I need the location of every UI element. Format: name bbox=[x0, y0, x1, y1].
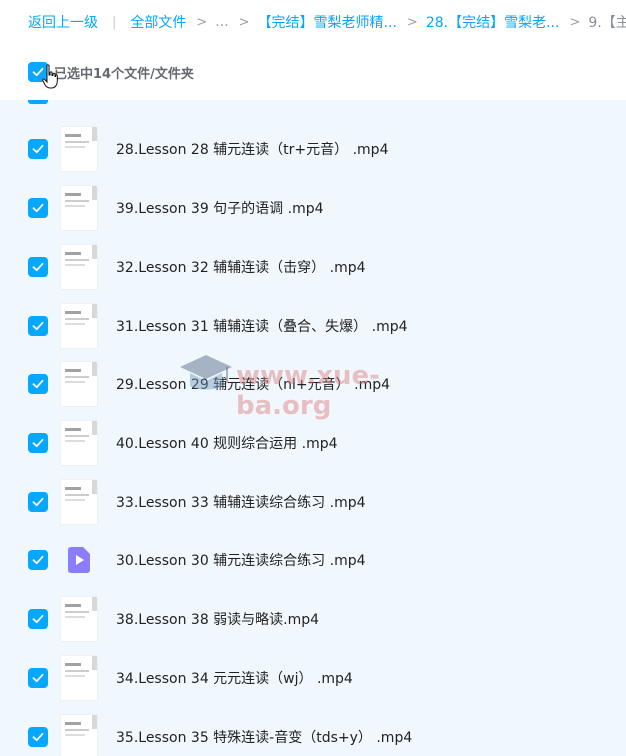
file-thumbnail bbox=[60, 361, 98, 407]
file-thumbnail bbox=[60, 479, 98, 525]
breadcrumb: 返回上一级 | 全部文件 > ... > 【完结】雪梨老师精... > 28.【… bbox=[0, 0, 626, 44]
file-row[interactable]: 32.Lesson 32 辅辅连读（击穿） .mp4 bbox=[0, 238, 626, 296]
file-name[interactable]: 28.Lesson 28 辅元连读（tr+元音） .mp4 bbox=[116, 139, 388, 159]
chevron-right-icon: > bbox=[569, 14, 581, 30]
file-thumbnail bbox=[60, 714, 98, 756]
check-icon bbox=[32, 497, 44, 507]
video-file-icon bbox=[60, 537, 98, 583]
file-row[interactable]: 28.Lesson 28 辅元连读（tr+元音） .mp4 bbox=[0, 120, 626, 178]
file-row[interactable]: 35.Lesson 35 特殊连读-音变（tds+y） .mp4 bbox=[0, 708, 626, 756]
file-checkbox[interactable] bbox=[28, 727, 48, 747]
file-thumbnail bbox=[60, 596, 98, 642]
file-checkbox[interactable] bbox=[28, 316, 48, 336]
file-checkbox[interactable] bbox=[28, 374, 48, 394]
check-icon bbox=[32, 203, 44, 213]
file-name[interactable]: 38.Lesson 38 弱读与略读.mp4 bbox=[116, 609, 319, 629]
file-row[interactable]: 33.Lesson 33 辅辅连读综合练习 .mp4 bbox=[0, 473, 626, 531]
check-icon bbox=[32, 555, 44, 565]
file-checkbox[interactable] bbox=[28, 139, 48, 159]
file-checkbox[interactable] bbox=[28, 550, 48, 570]
file-name[interactable]: 30.Lesson 30 辅元连读综合练习 .mp4 bbox=[116, 550, 366, 570]
hand-pointer-icon bbox=[42, 64, 58, 89]
file-name[interactable]: 34.Lesson 34 元元连读（wj） .mp4 bbox=[116, 668, 353, 688]
check-icon bbox=[32, 673, 44, 683]
watermark: www.xue-ba.org bbox=[176, 345, 456, 421]
file-thumbnail bbox=[60, 303, 98, 349]
watermark-text: www.xue-ba.org bbox=[236, 361, 380, 421]
file-row[interactable]: 39.Lesson 39 句子的语调 .mp4 bbox=[0, 179, 626, 237]
selection-count-text: 已选中14个文件/文件夹 bbox=[54, 66, 194, 82]
file-list: 28.Lesson 28 辅元连读（tr+元音） .mp4 39.Lesson 3… bbox=[0, 100, 626, 756]
breadcrumb-ellipsis[interactable]: ... bbox=[215, 14, 228, 30]
file-row[interactable]: 38.Lesson 38 弱读与略读.mp4 bbox=[0, 590, 626, 648]
file-name[interactable]: 33.Lesson 33 辅辅连读综合练习 .mp4 bbox=[116, 492, 366, 512]
check-icon bbox=[32, 321, 44, 331]
file-row[interactable]: 40.Lesson 40 规则综合运用 .mp4 bbox=[0, 414, 626, 472]
check-icon bbox=[32, 438, 44, 448]
breadcrumb-folder-2[interactable]: 28.【完结】雪梨老... bbox=[426, 12, 560, 32]
file-checkbox[interactable] bbox=[28, 492, 48, 512]
file-thumbnail bbox=[60, 420, 98, 466]
check-icon bbox=[32, 262, 44, 272]
chevron-right-icon: > bbox=[238, 14, 250, 30]
breadcrumb-divider: | bbox=[112, 14, 117, 30]
file-row[interactable]: 34.Lesson 34 元元连读（wj） .mp4 bbox=[0, 649, 626, 707]
file-checkbox[interactable] bbox=[28, 668, 48, 688]
file-checkbox[interactable] bbox=[28, 257, 48, 277]
file-name[interactable]: 35.Lesson 35 特殊连读-音变（tds+y） .mp4 bbox=[116, 727, 412, 747]
chevron-right-icon: > bbox=[406, 14, 418, 30]
file-name[interactable]: 39.Lesson 39 句子的语调 .mp4 bbox=[116, 198, 324, 218]
file-name[interactable]: 40.Lesson 40 规则综合运用 .mp4 bbox=[116, 433, 338, 453]
breadcrumb-current: 9.【主课】 bbox=[588, 15, 626, 31]
file-thumbnail bbox=[60, 244, 98, 290]
all-files-link[interactable]: 全部文件 bbox=[130, 12, 186, 32]
file-checkbox[interactable] bbox=[28, 198, 48, 218]
partial-row-checkbox bbox=[28, 100, 48, 104]
check-icon bbox=[32, 732, 44, 742]
selection-bar: 已选中14个文件/文件夹 bbox=[0, 44, 626, 100]
file-thumbnail bbox=[60, 185, 98, 231]
file-thumbnail bbox=[60, 655, 98, 701]
file-checkbox[interactable] bbox=[28, 433, 48, 453]
check-icon bbox=[32, 379, 44, 389]
file-thumbnail bbox=[60, 126, 98, 172]
file-checkbox[interactable] bbox=[28, 609, 48, 629]
file-name[interactable]: 32.Lesson 32 辅辅连读（击穿） .mp4 bbox=[116, 257, 366, 277]
chevron-right-icon: > bbox=[196, 14, 208, 30]
graduation-cap-icon bbox=[180, 355, 232, 390]
file-name[interactable]: 31.Lesson 31 辅辅连读（叠合、失爆） .mp4 bbox=[116, 316, 408, 336]
check-icon bbox=[32, 144, 44, 154]
file-row[interactable]: 30.Lesson 30 辅元连读综合练习 .mp4 bbox=[0, 531, 626, 589]
back-link[interactable]: 返回上一级 bbox=[28, 12, 98, 32]
breadcrumb-folder-1[interactable]: 【完结】雪梨老师精... bbox=[258, 12, 397, 32]
check-icon bbox=[32, 614, 44, 624]
